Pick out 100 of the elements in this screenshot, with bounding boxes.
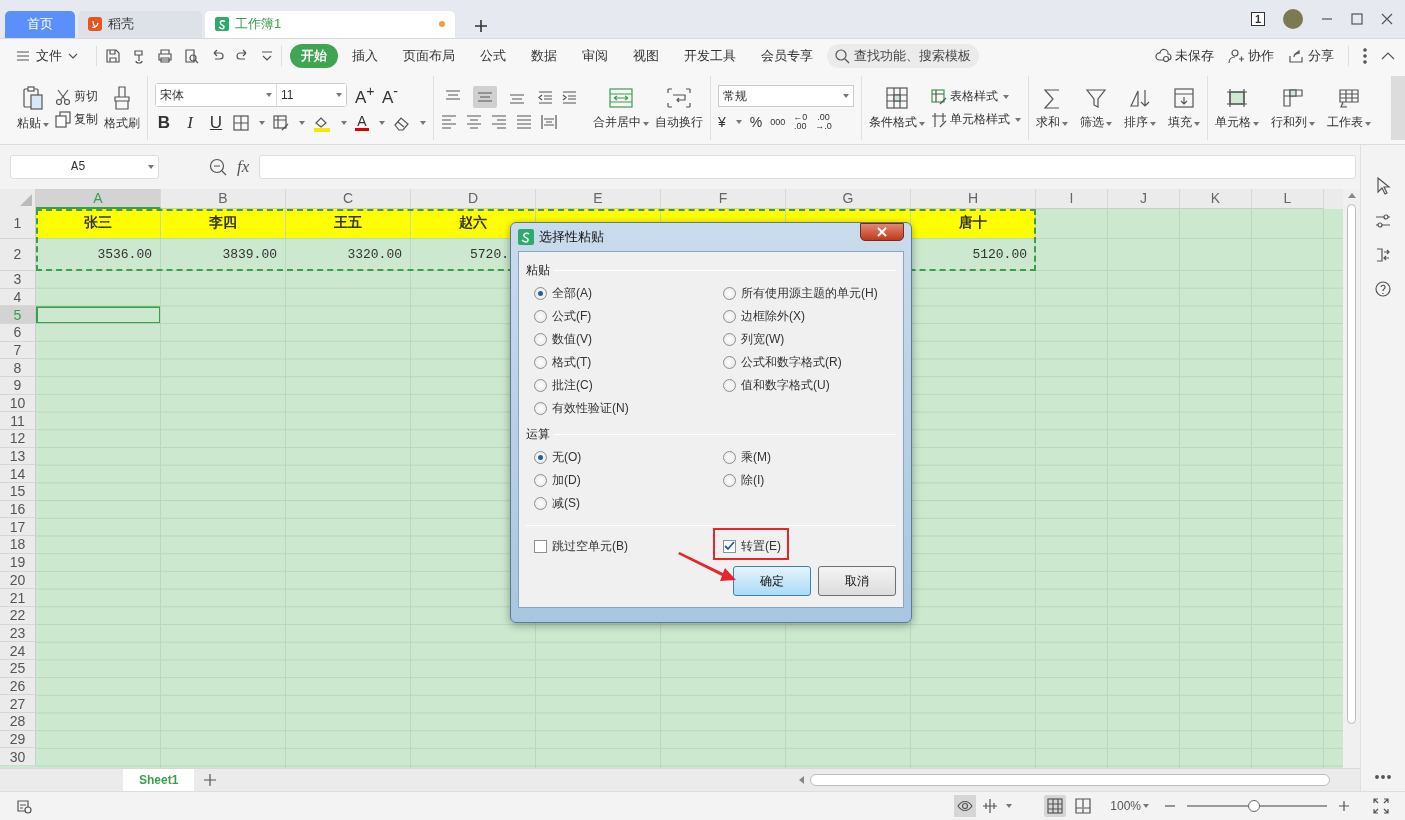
macro-icon[interactable] <box>16 797 32 814</box>
more-icon[interactable] <box>1375 774 1391 779</box>
borders-icon[interactable] <box>233 115 249 132</box>
row-header[interactable]: 11 <box>0 412 36 430</box>
collaborate-button[interactable]: 协作 <box>1228 47 1274 66</box>
search-field[interactable]: 查找功能、搜索模板 <box>827 44 979 69</box>
sliders-icon[interactable] <box>1375 212 1391 229</box>
distribute-icon[interactable] <box>541 114 557 130</box>
number-format-field[interactable]: 常规 <box>718 85 854 107</box>
decrease-indent-icon[interactable] <box>537 89 553 105</box>
radio-option[interactable]: 全部(A) <box>534 285 723 301</box>
zoom-out-icon[interactable] <box>209 157 227 176</box>
increase-decimal-button[interactable]: ←0 .00 <box>793 113 808 131</box>
normal-view-button[interactable] <box>1044 794 1067 817</box>
percent-button[interactable]: % <box>749 114 763 130</box>
increase-font-button[interactable]: A$^{+}$ <box>355 82 373 108</box>
table-style-button[interactable]: 表格样式 <box>931 88 1021 105</box>
move-icon[interactable] <box>982 797 999 814</box>
radio-option[interactable]: 无(O) <box>534 449 723 465</box>
add-sheet-icon[interactable] <box>204 773 217 786</box>
radio-button[interactable] <box>723 286 736 300</box>
more-icon[interactable] <box>1363 48 1367 65</box>
row-header[interactable]: 8 <box>0 359 36 377</box>
row-header[interactable]: 17 <box>0 518 36 537</box>
radio-button[interactable] <box>723 450 736 464</box>
fullscreen-icon[interactable] <box>1373 797 1389 814</box>
column-header[interactable]: I <box>1036 188 1108 209</box>
ribbon-tab[interactable]: 开发工具 <box>673 44 747 69</box>
scroll-left-icon[interactable] <box>799 775 804 784</box>
italic-button[interactable]: I <box>181 113 199 134</box>
scrollbar-thumb[interactable] <box>1347 203 1356 724</box>
save-icon[interactable] <box>105 48 121 65</box>
thousands-button[interactable]: 000 <box>770 117 786 127</box>
row-header[interactable]: 21 <box>0 589 36 607</box>
row-header[interactable]: 14 <box>0 465 36 484</box>
font-color-button[interactable]: A <box>355 115 369 132</box>
horizontal-scrollbar[interactable] <box>810 773 1330 786</box>
eraser-icon[interactable] <box>393 115 410 132</box>
align-middle-button[interactable] <box>473 86 497 108</box>
column-header[interactable]: D <box>411 188 536 209</box>
radio-button[interactable] <box>723 309 736 323</box>
radio-option[interactable]: 加(D) <box>534 472 723 488</box>
copy-button[interactable]: 复制 <box>55 111 98 128</box>
cancel-button[interactable]: 取消 <box>818 566 896 596</box>
radio-button[interactable] <box>534 473 547 487</box>
print-icon[interactable] <box>157 48 173 65</box>
radio-button[interactable] <box>723 332 736 346</box>
radio-button[interactable] <box>723 355 736 369</box>
document-tab[interactable]: 工作簿1 <box>205 10 455 38</box>
function-label[interactable]: fx <box>237 156 250 177</box>
window-count-badge[interactable]: 1 <box>1250 11 1265 26</box>
formula-input[interactable] <box>259 154 1356 179</box>
radio-option[interactable]: 减(S) <box>534 495 723 511</box>
ok-button[interactable]: 确定 <box>733 566 811 596</box>
avatar[interactable] <box>1283 8 1303 29</box>
decrease-decimal-button[interactable]: .00 →.0 <box>815 113 832 131</box>
table-cell[interactable]: 3536.00 <box>36 238 161 271</box>
ribbon-tab[interactable]: 公式 <box>469 44 517 69</box>
close-button[interactable] <box>860 223 904 241</box>
radio-option[interactable]: 公式(F) <box>534 308 723 324</box>
radio-button[interactable] <box>723 473 736 487</box>
radio-button[interactable] <box>534 286 547 300</box>
swap-icon[interactable] <box>1375 246 1391 263</box>
worksheet-button[interactable]: 工作表 <box>1327 85 1371 131</box>
close-icon[interactable] <box>1381 12 1393 25</box>
wrap-text-button[interactable]: 自动换行 <box>655 85 703 131</box>
eye-protection-button[interactable] <box>954 794 977 817</box>
justify-icon[interactable] <box>516 114 532 130</box>
radio-option[interactable]: 除(I) <box>723 472 896 488</box>
rows-columns-button[interactable]: 行和列 <box>1271 85 1315 131</box>
radio-button[interactable] <box>723 378 736 392</box>
ribbon-tab[interactable]: 页面布局 <box>392 44 466 69</box>
row-header[interactable]: 18 <box>0 536 36 554</box>
align-right-icon[interactable] <box>491 114 507 130</box>
radio-option[interactable]: 所有使用源主题的单元(H) <box>723 285 896 301</box>
dropdown-icon[interactable] <box>261 51 273 62</box>
ribbon-tab[interactable]: 会员专享 <box>750 44 824 69</box>
zoom-level[interactable]: 100% <box>1110 798 1149 813</box>
ribbon-tab[interactable]: 视图 <box>622 44 670 69</box>
conditional-format-button[interactable]: 条件格式 <box>869 85 925 131</box>
checkbox-option[interactable]: 转置(E) <box>723 538 781 554</box>
cell-style-button[interactable]: 单元格样式 <box>931 111 1021 128</box>
ribbon-tab[interactable]: 数据 <box>520 44 568 69</box>
fill-button[interactable]: 填充 <box>1168 85 1200 131</box>
align-center-icon[interactable] <box>466 114 482 130</box>
radio-option[interactable]: 有效性验证(N) <box>534 400 723 416</box>
slider-thumb[interactable] <box>1248 799 1261 812</box>
name-box[interactable]: A5 <box>10 154 159 179</box>
radio-button[interactable] <box>534 496 547 510</box>
row-header[interactable]: 12 <box>0 430 36 448</box>
row-header[interactable]: 2 <box>0 238 36 271</box>
radio-button[interactable] <box>534 450 547 464</box>
row-header[interactable]: 15 <box>0 483 36 501</box>
row-header[interactable]: 24 <box>0 642 36 660</box>
merge-center-button[interactable]: 合并居中 <box>593 85 649 131</box>
maximize-icon[interactable] <box>1351 12 1363 25</box>
document-tab[interactable]: 稻壳 <box>78 10 202 38</box>
radio-button[interactable] <box>534 401 547 415</box>
increase-indent-icon[interactable] <box>561 89 577 105</box>
radio-button[interactable] <box>534 355 547 369</box>
